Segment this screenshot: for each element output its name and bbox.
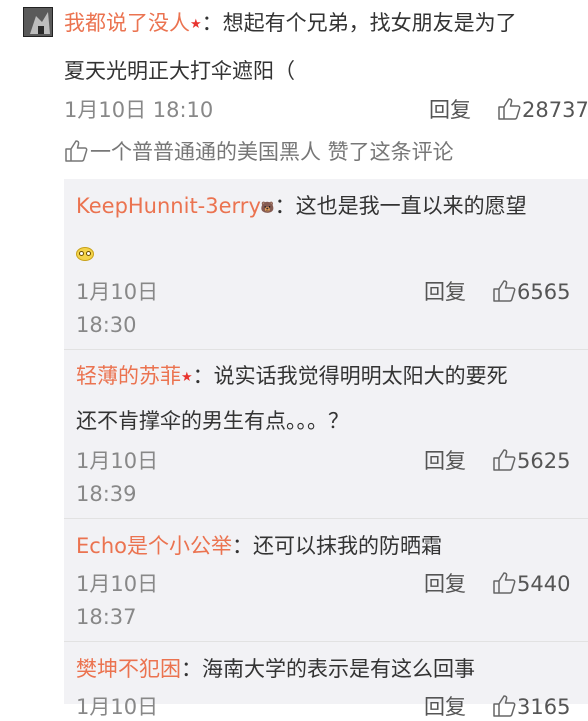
reply-2-reply-button[interactable]: 回复 bbox=[424, 447, 466, 475]
reply-3-reply-button[interactable]: 回复 bbox=[424, 570, 466, 598]
thumbs-up-icon bbox=[493, 449, 516, 471]
thumbs-up-icon bbox=[493, 695, 516, 717]
reply-3-like-button[interactable]: 5440 bbox=[492, 570, 570, 598]
reply-2-line2: 还不肯撑伞的男生有点。。。？ bbox=[76, 409, 349, 433]
reply-3-line1: Echo是个小公举：还可以抹我的防晒霜 bbox=[76, 532, 442, 560]
reply-4-like-count: 3165 bbox=[517, 695, 571, 719]
thumbs-up-icon bbox=[65, 140, 88, 162]
member-star-icon: ★ bbox=[181, 370, 193, 385]
divider bbox=[64, 518, 588, 519]
reply-4-reply-button[interactable]: 回复 bbox=[424, 693, 466, 721]
avatar[interactable] bbox=[23, 7, 53, 37]
liked-by-row: 一个普普通通的美国黑人 赞了这条评论 bbox=[64, 138, 454, 166]
reply-4-like-button[interactable]: 3165 bbox=[492, 693, 570, 721]
member-star-icon: ★ bbox=[190, 17, 202, 32]
reply-2-time: 18:39 bbox=[76, 482, 137, 506]
comment-reply-button[interactable]: 回复 bbox=[429, 96, 471, 124]
reply-2-line1: 轻薄的苏菲★：说实话我觉得明明太阳大的要死 bbox=[76, 362, 508, 392]
replies-panel bbox=[64, 179, 588, 704]
reply-3-time: 18:37 bbox=[76, 605, 137, 629]
comment-text-line2: 夏天光明正大打伞遮阳（ bbox=[64, 59, 295, 83]
comment-like-button[interactable]: 28737 bbox=[497, 96, 588, 124]
thumbs-up-icon bbox=[493, 572, 516, 594]
avatar-image-icon bbox=[24, 8, 52, 36]
vip-badge-icon: 🐻 bbox=[260, 201, 275, 214]
comment-text-line1: 我都说了没人★：想起有个兄弟，找女朋友是为了 bbox=[64, 9, 517, 39]
divider bbox=[64, 641, 588, 642]
reply-2-like-count: 5625 bbox=[517, 449, 571, 473]
reply-1-date: 1月10日 bbox=[76, 280, 159, 304]
reply-4-username[interactable]: 樊坤不犯困 bbox=[76, 657, 181, 681]
reply-1-like-button[interactable]: 6565 bbox=[492, 278, 570, 306]
comment-username[interactable]: 我都说了没人 bbox=[64, 11, 190, 35]
divider bbox=[64, 349, 588, 350]
comment-timestamp: 1月10日 18:10 bbox=[64, 98, 214, 122]
reply-3-body: ：还可以抹我的防晒霜 bbox=[231, 534, 442, 558]
reply-1-username[interactable]: KeepHunnit-3erry bbox=[76, 194, 261, 218]
comment-body-1: ：想起有个兄弟，找女朋友是为了 bbox=[201, 11, 517, 35]
reply-1-time: 18:30 bbox=[76, 313, 137, 337]
reply-1-like-count: 6565 bbox=[517, 280, 571, 304]
reply-3-like-count: 5440 bbox=[517, 572, 571, 596]
reply-1-body: ：这也是我一直以来的愿望 bbox=[274, 194, 527, 218]
reply-3-date: 1月10日 bbox=[76, 572, 159, 596]
reply-4-date: 1月10日 bbox=[76, 695, 159, 719]
reply-1-reply-button[interactable]: 回复 bbox=[424, 278, 466, 306]
emoji-icon bbox=[76, 246, 94, 265]
reply-2-date: 1月10日 bbox=[76, 449, 159, 473]
reply-2-body-1: ：说实话我觉得明明太阳大的要死 bbox=[192, 364, 508, 388]
liked-by-text: 一个普普通通的美国黑人 赞了这条评论 bbox=[90, 140, 454, 164]
thumbs-up-icon bbox=[498, 98, 521, 120]
thumbs-up-icon bbox=[493, 280, 516, 302]
reply-1-line1: KeepHunnit-3erry🐻：这也是我一直以来的愿望 bbox=[76, 192, 527, 222]
reply-4-line1: 樊坤不犯困：海南大学的表示是有这么回事 bbox=[76, 655, 475, 683]
comment-like-count: 28737 bbox=[522, 98, 588, 122]
reply-2-username[interactable]: 轻薄的苏菲 bbox=[76, 364, 181, 388]
reply-4-body: ：海南大学的表示是有这么回事 bbox=[181, 657, 475, 681]
reply-3-username[interactable]: Echo是个小公举 bbox=[76, 534, 232, 558]
reply-2-like-button[interactable]: 5625 bbox=[492, 447, 570, 475]
